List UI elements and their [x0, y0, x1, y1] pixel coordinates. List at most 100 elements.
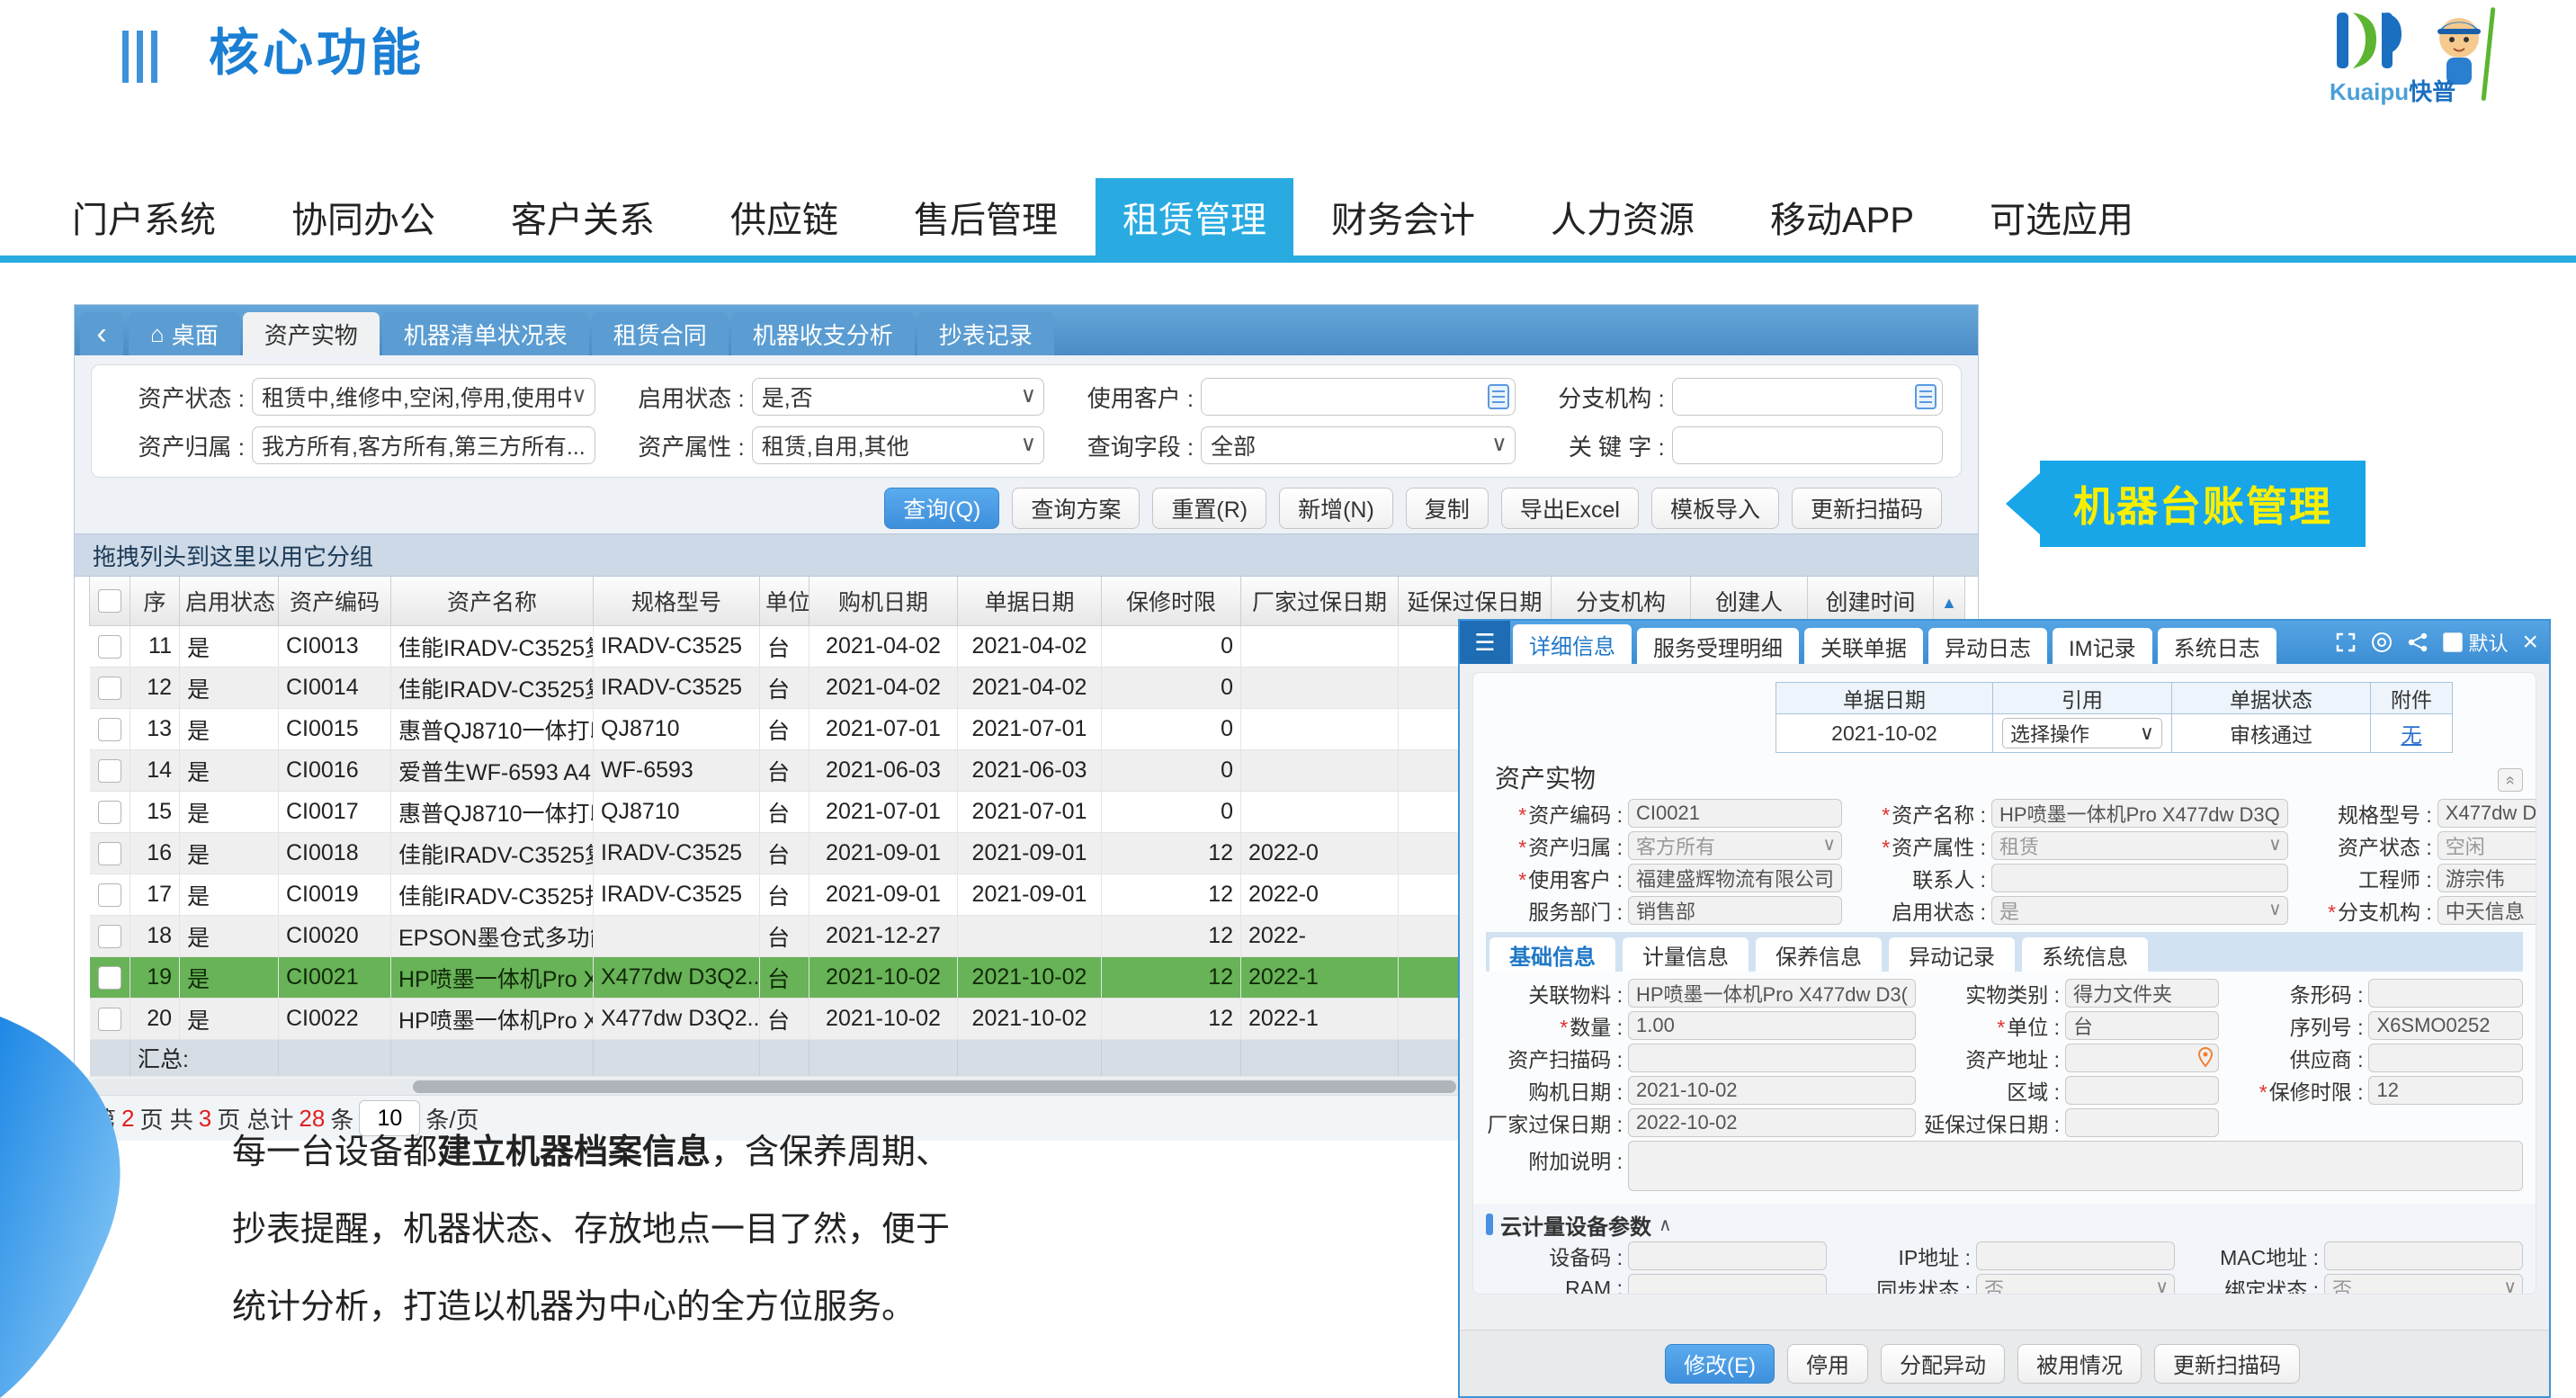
field-input[interactable] — [2368, 1044, 2523, 1072]
collapse-up-icon[interactable]: « — [2498, 768, 2523, 792]
field-input[interactable]: X477dw D3Q20D — [2437, 799, 2536, 828]
filter-select[interactable]: 租赁,自用,其他∨ — [752, 426, 1044, 464]
select-all-header[interactable] — [90, 577, 130, 626]
field-input[interactable]: 台 — [2065, 1011, 2220, 1040]
detail-tab-IM记录[interactable]: IM记录 — [2053, 628, 2152, 664]
field-input[interactable] — [1628, 1241, 1827, 1270]
field-input[interactable]: X6SMO0252 — [2368, 1011, 2523, 1040]
row-checkbox[interactable] — [98, 718, 121, 741]
ref-action-select[interactable]: 选择操作∨ — [2002, 718, 2162, 748]
row-checkbox-cell[interactable] — [90, 750, 130, 792]
field-input[interactable] — [2324, 1241, 2523, 1270]
nav-item-客户关系[interactable]: 客户关系 — [473, 178, 693, 255]
field-input[interactable]: 游宗伟 — [2437, 864, 2536, 892]
row-checkbox-cell[interactable] — [90, 916, 130, 957]
tab-资产实物[interactable]: 资产实物 — [243, 312, 380, 355]
column-header-资产名称[interactable]: 资产名称 — [391, 577, 594, 626]
field-input[interactable] — [2065, 1108, 2220, 1137]
field-input[interactable]: 12 — [2368, 1076, 2523, 1105]
field-input[interactable]: 2021-10-02 — [1628, 1076, 1916, 1105]
hamburger-icon[interactable]: ☰ — [1460, 621, 1510, 664]
field-input[interactable]: 福建盛辉物流有限公司 — [1628, 864, 1842, 892]
field-input[interactable] — [1628, 1044, 1916, 1072]
field-input[interactable]: CI0021 — [1628, 799, 1842, 828]
detail-action-分配异动[interactable]: 分配异动 — [1881, 1344, 2005, 1384]
back-button[interactable]: ‹ — [80, 312, 123, 355]
row-checkbox-cell[interactable] — [90, 999, 130, 1040]
field-input[interactable]: 得力文件夹 — [2065, 979, 2220, 1008]
nav-item-财务会计[interactable]: 财务会计 — [1293, 178, 1513, 255]
detail-tab-异动日志[interactable]: 异动日志 — [1928, 628, 2047, 664]
row-checkbox[interactable] — [98, 842, 121, 865]
location-pin-icon[interactable] — [2196, 1046, 2214, 1072]
column-header-序[interactable]: 序 — [130, 577, 180, 626]
field-select[interactable]: 否∨ — [1976, 1274, 2175, 1295]
tab-租赁合同[interactable]: 租赁合同 — [592, 312, 729, 355]
row-checkbox[interactable] — [98, 1008, 121, 1031]
field-select[interactable]: 客方所有∨ — [1628, 831, 1842, 860]
column-header-规格型号[interactable]: 规格型号 — [594, 577, 760, 626]
filter-lookup[interactable] — [1201, 378, 1516, 416]
filter-input[interactable] — [1672, 426, 1943, 464]
field-input[interactable]: HP喷墨一体机Pro X477dw D3Q — [1991, 799, 2288, 828]
field-select[interactable]: 租赁∨ — [1991, 831, 2288, 860]
field-input[interactable] — [2065, 1076, 2220, 1105]
subtab-基础信息[interactable]: 基础信息 — [1489, 937, 1615, 972]
field-input[interactable]: 2022-10-02 — [1628, 1108, 1916, 1137]
detail-tab-系统日志[interactable]: 系统日志 — [2158, 628, 2276, 664]
action-查询(Q)[interactable]: 查询(Q) — [884, 488, 999, 529]
row-checkbox[interactable] — [98, 677, 121, 700]
cloud-section-header[interactable]: 云计量设备参数 ∧ — [1486, 1209, 2523, 1240]
detail-tab-详细信息[interactable]: 详细信息 — [1513, 624, 1632, 664]
tab-抄表记录[interactable]: 抄表记录 — [917, 312, 1054, 355]
detail-action-修改(E)[interactable]: 修改(E) — [1665, 1344, 1775, 1384]
subtab-系统信息[interactable]: 系统信息 — [2022, 937, 2148, 972]
column-header-单位[interactable]: 单位 — [760, 577, 809, 626]
field-input[interactable] — [2368, 979, 2523, 1008]
detail-tab-服务受理明细[interactable]: 服务受理明细 — [1637, 628, 1799, 664]
row-checkbox-cell[interactable] — [90, 833, 130, 874]
expand-icon[interactable] — [2335, 632, 2357, 653]
header-checkbox[interactable] — [98, 589, 121, 613]
row-checkbox[interactable] — [98, 759, 121, 783]
row-checkbox-cell[interactable] — [90, 709, 130, 750]
column-header-购机日期[interactable]: 购机日期 — [809, 577, 958, 626]
scrollbar-thumb[interactable] — [413, 1080, 1456, 1093]
column-header-单据日期[interactable]: 单据日期 — [958, 577, 1102, 626]
row-checkbox-cell[interactable] — [90, 792, 130, 833]
subtab-计量信息[interactable]: 计量信息 — [1623, 937, 1749, 972]
action-查询方案[interactable]: 查询方案 — [1012, 488, 1140, 529]
subtab-保养信息[interactable]: 保养信息 — [1756, 937, 1882, 972]
row-checkbox-cell[interactable] — [90, 874, 130, 916]
action-导出Excel[interactable]: 导出Excel — [1501, 488, 1639, 529]
tab-桌面[interactable]: ⌂桌面 — [129, 312, 240, 355]
nav-item-可选应用[interactable]: 可选应用 — [1952, 178, 2171, 255]
detail-action-被用情况[interactable]: 被用情况 — [2017, 1344, 2142, 1384]
field-input[interactable]: 1.00 — [1628, 1011, 1916, 1040]
field-input[interactable] — [1991, 864, 2288, 892]
subtab-异动记录[interactable]: 异动记录 — [1889, 937, 2015, 972]
row-checkbox-cell[interactable] — [90, 957, 130, 999]
field-select[interactable]: 否∨ — [2324, 1274, 2523, 1295]
action-新增(N)[interactable]: 新增(N) — [1279, 488, 1393, 529]
field-input[interactable] — [1628, 1274, 1827, 1295]
detail-tab-关联单据[interactable]: 关联单据 — [1804, 628, 1923, 664]
field-input[interactable]: 中天信息 — [2437, 896, 2536, 925]
row-checkbox[interactable] — [98, 925, 121, 948]
checkbox-icon[interactable] — [2443, 632, 2463, 652]
column-header-厂家过保日期[interactable]: 厂家过保日期 — [1241, 577, 1399, 626]
detail-action-更新扫描码[interactable]: 更新扫描码 — [2154, 1344, 2300, 1384]
row-checkbox[interactable] — [98, 966, 121, 990]
tab-机器清单状况表[interactable]: 机器清单状况表 — [382, 312, 589, 355]
filter-select[interactable]: 是,否∨ — [752, 378, 1044, 416]
nav-item-供应链[interactable]: 供应链 — [693, 178, 876, 255]
field-input[interactable] — [2065, 1044, 2220, 1072]
detail-action-停用[interactable]: 停用 — [1787, 1344, 1868, 1384]
filter-lookup[interactable] — [1672, 378, 1943, 416]
filter-select[interactable]: 全部∨ — [1201, 426, 1516, 464]
field-input[interactable]: HP喷墨一体机Pro X477dw D3( — [1628, 979, 1916, 1008]
row-checkbox-cell[interactable] — [90, 668, 130, 709]
share-icon[interactable] — [2407, 632, 2428, 653]
remark-textarea[interactable] — [1628, 1141, 2523, 1191]
action-模板导入[interactable]: 模板导入 — [1651, 488, 1779, 529]
